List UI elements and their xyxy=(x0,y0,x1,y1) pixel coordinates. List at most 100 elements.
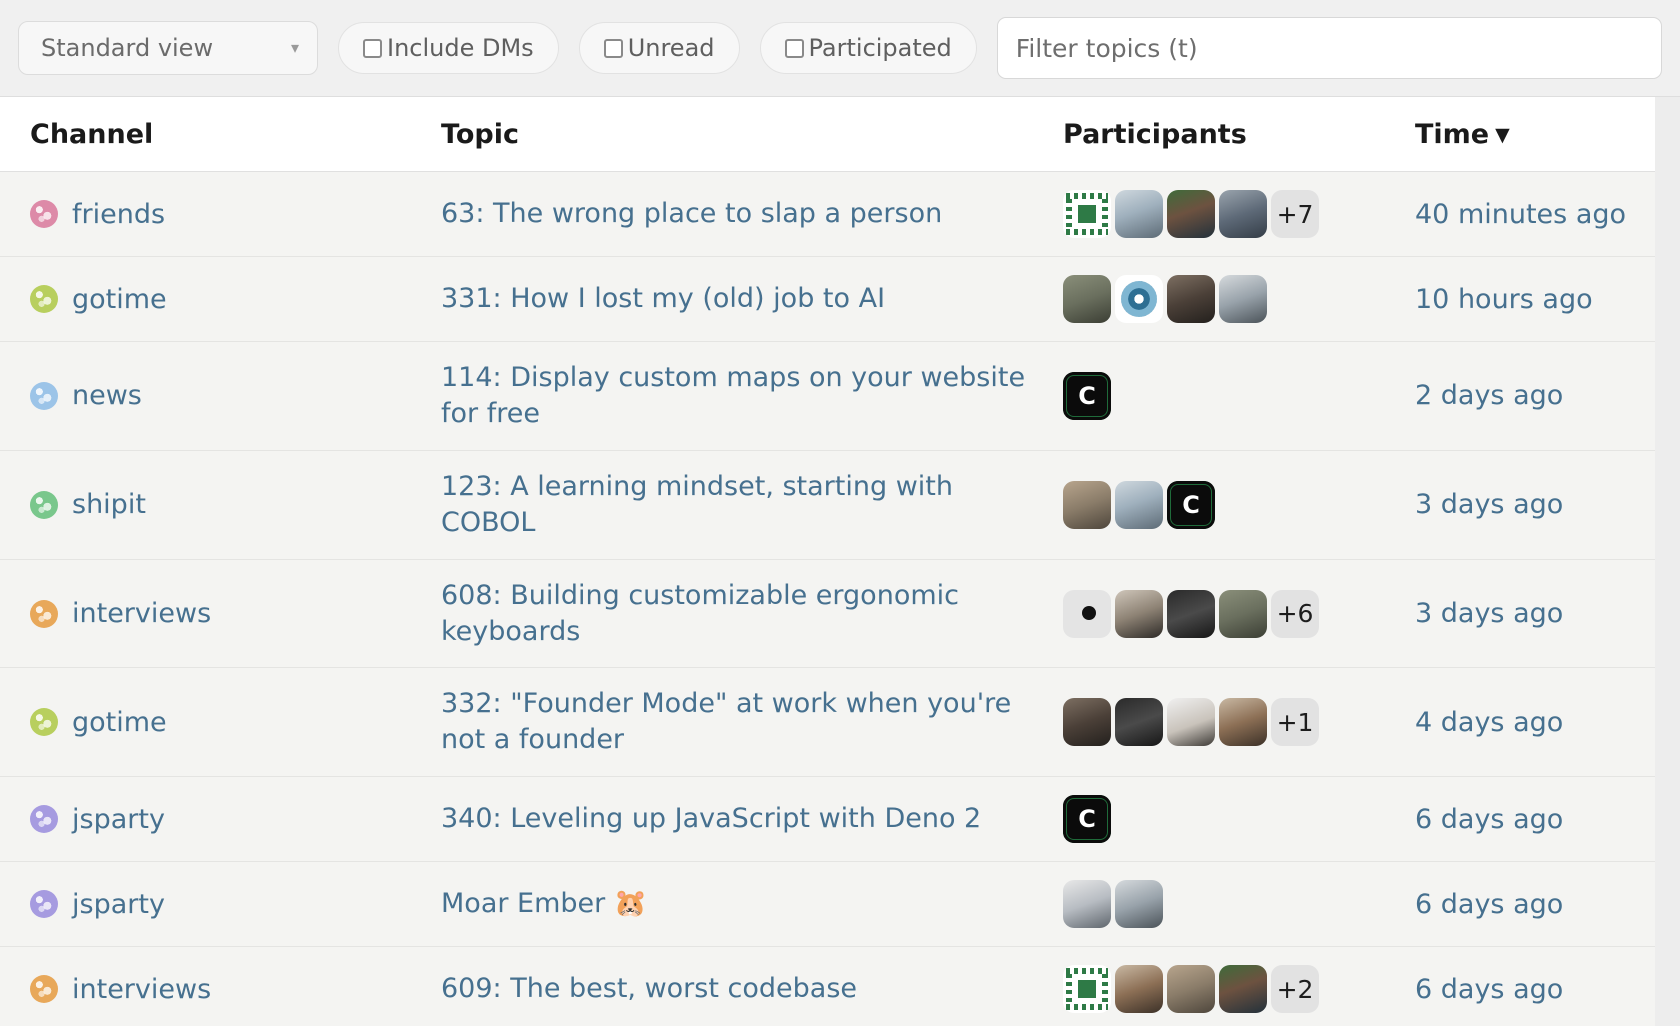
globe-icon xyxy=(30,599,58,628)
relative-time[interactable]: 6 days ago xyxy=(1415,804,1563,835)
avatar[interactable] xyxy=(1115,698,1163,747)
table-row[interactable]: news 114: Display custom maps on your web… xyxy=(0,341,1655,451)
cell-topic: 340: Leveling up JavaScript with Deno 2 xyxy=(441,776,1063,862)
channel-link[interactable]: news xyxy=(30,380,441,411)
avatar[interactable] xyxy=(1115,480,1163,529)
table-row[interactable]: friends 63: The wrong place to slap a per… xyxy=(0,171,1655,257)
topics-table-container[interactable]: Channel Topic Participants Time ▼ friends… xyxy=(0,97,1680,1026)
avatar[interactable] xyxy=(1219,698,1267,747)
topic-link[interactable]: Moar Ember 🐹 xyxy=(441,886,1063,922)
cell-participants xyxy=(1063,256,1415,342)
avatar[interactable] xyxy=(1219,589,1267,638)
cell-participants xyxy=(1063,450,1415,560)
channel-link[interactable]: jsparty xyxy=(30,804,441,835)
cell-topic: 609: The best, worst codebase xyxy=(441,946,1063,1026)
channel-link[interactable]: gotime xyxy=(30,284,441,315)
participant-avatars xyxy=(1063,880,1415,929)
relative-time[interactable]: 6 days ago xyxy=(1415,889,1563,920)
avatar[interactable] xyxy=(1167,589,1215,638)
channel-name: jsparty xyxy=(72,888,165,920)
cell-channel: gotime xyxy=(0,667,441,777)
channel-link[interactable]: friends xyxy=(30,199,441,230)
channel-name: shipit xyxy=(72,489,146,521)
avatar[interactable] xyxy=(1115,965,1163,1014)
topic-link[interactable]: 114: Display custom maps on your website… xyxy=(441,360,1063,432)
avatar[interactable] xyxy=(1219,965,1267,1014)
table-row[interactable]: shipit 123: A learning mindset, starting … xyxy=(0,450,1655,560)
topic-link[interactable]: 63: The wrong place to slap a person xyxy=(441,196,1063,232)
cell-time: 40 minutes ago xyxy=(1415,171,1655,257)
cell-channel: gotime xyxy=(0,256,441,342)
relative-time[interactable]: 40 minutes ago xyxy=(1415,199,1626,230)
include-dms-checkbox[interactable]: Include DMs xyxy=(338,22,559,74)
avatar[interactable] xyxy=(1063,371,1111,420)
cell-channel: shipit xyxy=(0,450,441,560)
cell-participants: +1 xyxy=(1063,667,1415,777)
avatar[interactable] xyxy=(1167,698,1215,747)
participated-checkbox[interactable]: Participated xyxy=(759,22,977,74)
topic-link[interactable]: 332: "Founder Mode" at work when you're … xyxy=(441,686,1063,758)
relative-time[interactable]: 3 days ago xyxy=(1415,598,1563,629)
avatar[interactable] xyxy=(1063,965,1111,1014)
avatar[interactable] xyxy=(1063,795,1111,844)
relative-time[interactable]: 10 hours ago xyxy=(1415,284,1593,315)
avatar[interactable] xyxy=(1115,880,1163,929)
avatar[interactable] xyxy=(1115,190,1163,238)
cell-participants xyxy=(1063,776,1415,862)
avatar[interactable] xyxy=(1063,480,1111,529)
channel-link[interactable]: shipit xyxy=(30,489,441,520)
view-mode-select[interactable]: Standard view ▾ xyxy=(18,21,318,75)
table-row[interactable]: interviews 608: Building customizable erg… xyxy=(0,559,1655,668)
avatar[interactable] xyxy=(1167,190,1215,238)
relative-time[interactable]: 2 days ago xyxy=(1415,380,1563,411)
globe-icon xyxy=(30,285,58,313)
avatar[interactable] xyxy=(1219,190,1267,238)
participants-overflow-badge[interactable]: +6 xyxy=(1271,589,1319,638)
relative-time[interactable]: 4 days ago xyxy=(1415,707,1563,738)
channel-link[interactable]: interviews xyxy=(30,598,441,629)
avatar[interactable] xyxy=(1063,275,1111,323)
topic-link[interactable]: 340: Leveling up JavaScript with Deno 2 xyxy=(441,801,1063,837)
avatar[interactable] xyxy=(1115,589,1163,638)
topic-link[interactable]: 123: A learning mindset, starting with C… xyxy=(441,469,1063,541)
table-row[interactable]: interviews 609: The best, worst codebase +… xyxy=(0,946,1655,1026)
table-row[interactable]: gotime 332: "Founder Mode" at work when y… xyxy=(0,667,1655,777)
participants-overflow-badge[interactable]: +2 xyxy=(1271,965,1319,1014)
topic-link[interactable]: 331: How I lost my (old) job to AI xyxy=(441,281,1063,317)
avatar[interactable] xyxy=(1063,698,1111,747)
globe-icon xyxy=(30,381,58,410)
avatar[interactable] xyxy=(1063,880,1111,929)
cell-topic: 332: "Founder Mode" at work when you're … xyxy=(441,667,1063,777)
avatar[interactable] xyxy=(1167,275,1215,323)
cell-time: 6 days ago xyxy=(1415,861,1655,947)
avatar[interactable] xyxy=(1167,965,1215,1014)
avatar[interactable] xyxy=(1115,275,1163,323)
table-row[interactable]: jsparty Moar Ember 🐹 6 days ago xyxy=(0,861,1655,947)
column-header-participants[interactable]: Participants xyxy=(1063,97,1415,172)
avatar[interactable] xyxy=(1219,275,1267,323)
participated-label: Participated xyxy=(808,34,952,62)
channel-link[interactable]: gotime xyxy=(30,707,441,738)
channel-link[interactable]: jsparty xyxy=(30,889,441,920)
topic-link[interactable]: 609: The best, worst codebase xyxy=(441,971,1063,1007)
topic-link[interactable]: 608: Building customizable ergonomic key… xyxy=(441,578,1063,650)
avatar[interactable] xyxy=(1063,589,1111,638)
table-row[interactable]: jsparty 340: Leveling up JavaScript with … xyxy=(0,776,1655,862)
participants-overflow-badge[interactable]: +7 xyxy=(1271,190,1319,238)
table-row[interactable]: gotime 331: How I lost my (old) job to AI… xyxy=(0,256,1655,342)
channel-name: news xyxy=(72,380,142,412)
cell-participants xyxy=(1063,861,1415,947)
column-header-channel[interactable]: Channel xyxy=(0,97,441,172)
relative-time[interactable]: 6 days ago xyxy=(1415,974,1563,1005)
channel-link[interactable]: interviews xyxy=(30,974,441,1005)
column-header-topic[interactable]: Topic xyxy=(441,97,1063,172)
filter-topics-input[interactable] xyxy=(996,17,1662,79)
unread-checkbox[interactable]: Unread xyxy=(578,22,740,74)
column-header-time[interactable]: Time ▼ xyxy=(1415,97,1655,172)
globe-icon xyxy=(30,975,58,1004)
avatar[interactable] xyxy=(1167,480,1215,529)
filter-toolbar: Standard view ▾ Include DMs Unread Parti… xyxy=(0,0,1680,97)
participants-overflow-badge[interactable]: +1 xyxy=(1271,698,1319,747)
avatar[interactable] xyxy=(1063,190,1111,238)
relative-time[interactable]: 3 days ago xyxy=(1415,489,1563,520)
